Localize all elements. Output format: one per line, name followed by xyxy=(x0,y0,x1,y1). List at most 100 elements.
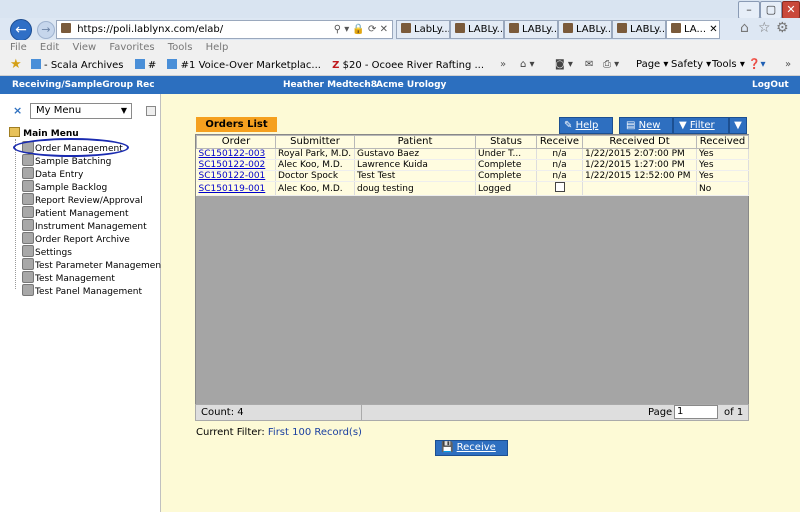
browser-tab[interactable]: LABLy... xyxy=(504,20,558,39)
user-name: Heather Medtech8 xyxy=(283,80,378,90)
sidebar-item-settings[interactable]: Settings xyxy=(22,245,72,259)
browser-tab[interactable]: LabLy... xyxy=(396,20,450,39)
settings-gear-icon[interactable]: ⚙ xyxy=(776,20,789,36)
tab-icon xyxy=(563,23,573,33)
menu-help[interactable]: Help xyxy=(206,42,229,53)
tab-label: LABLy... xyxy=(576,24,612,35)
sidebar-item-sample-backlog[interactable]: Sample Backlog xyxy=(22,180,107,194)
patient-cell: Lawrence Kuida xyxy=(354,159,476,171)
print-icon[interactable]: ⎙ ▾ xyxy=(603,55,619,75)
menu-favorites[interactable]: Favorites xyxy=(109,42,154,53)
tab-close-icon[interactable]: ✕ xyxy=(709,24,717,35)
sidebar-toggle-icon[interactable] xyxy=(146,106,156,116)
browser-tab-active[interactable]: LA... ✕ xyxy=(666,20,720,39)
minimize-button[interactable]: – xyxy=(738,1,760,19)
browser-tab[interactable]: LABLy... xyxy=(558,20,612,39)
menu-edit[interactable]: Edit xyxy=(40,42,59,53)
table-row[interactable]: SC150122-002 Alec Koo, M.D. Lawrence Kui… xyxy=(196,159,749,171)
sidebar-item-data-entry[interactable]: Data Entry xyxy=(22,167,83,181)
home-icon[interactable]: ⌂ xyxy=(740,20,749,36)
chevron-more-icon[interactable]: » xyxy=(500,55,506,75)
browser-tab[interactable]: LABLy... xyxy=(450,20,504,39)
module-icon xyxy=(22,154,34,166)
logout-link[interactable]: LogOut xyxy=(752,76,789,94)
orders-table: Order Submitter Patient Status Receive R… xyxy=(196,135,749,196)
help-button[interactable]: ✎ Help xyxy=(559,117,613,134)
receive-button[interactable]: 💾 Receive xyxy=(435,440,508,456)
sidebar-item-instrument-management[interactable]: Instrument Management xyxy=(22,219,147,233)
module-icon xyxy=(22,284,34,296)
sidebar-item-test-parameter-management[interactable]: Test Parameter Management xyxy=(22,258,165,272)
favorite-item[interactable]: Z $20 - Ocoee River Rafting ... xyxy=(332,60,484,71)
sidebar-item-label: Sample Backlog xyxy=(35,183,108,193)
favorite-item[interactable]: # xyxy=(134,59,156,71)
order-link[interactable]: SC150122-001 xyxy=(199,171,266,181)
column-header[interactable]: Order xyxy=(196,135,276,149)
favorite-item[interactable]: #1 Voice-Over Marketplac... xyxy=(167,59,321,71)
column-header[interactable]: Receive xyxy=(536,135,583,149)
help-circle-icon[interactable]: ❓▾ xyxy=(748,55,765,75)
menu-view[interactable]: View xyxy=(72,42,96,53)
mail-icon[interactable]: ✉ xyxy=(585,55,593,75)
column-header[interactable]: Submitter xyxy=(275,135,355,149)
column-header[interactable]: Patient xyxy=(354,135,476,149)
sidebar-item-patient-management[interactable]: Patient Management xyxy=(22,206,129,220)
page-number-input[interactable]: 1 xyxy=(674,405,718,419)
tree-connector xyxy=(15,139,16,289)
tab-orders-list[interactable]: Orders List xyxy=(196,117,277,132)
feeds-icon[interactable]: ◙ ▾ xyxy=(555,55,573,75)
menu-select-value: My Menu xyxy=(36,105,82,116)
address-bar[interactable]: https://poli.lablynx.com/elab/ ⚲ ▾ 🔒 ⟳ ✕ xyxy=(56,20,393,39)
order-link[interactable]: SC150122-002 xyxy=(199,160,266,170)
favorite-item[interactable]: - Scala Archives xyxy=(30,59,124,71)
submitter-cell: Alec Koo, M.D. xyxy=(275,159,355,171)
maximize-button[interactable]: ▢ xyxy=(760,1,782,19)
order-link[interactable]: SC150122-003 xyxy=(199,149,266,159)
address-actions-icon[interactable]: ⚲ ▾ 🔒 ⟳ ✕ xyxy=(334,21,388,38)
module-icon xyxy=(22,206,34,218)
safety-menu[interactable]: Safety ▾ xyxy=(671,55,711,75)
menu-select[interactable]: My Menu ▼ xyxy=(30,103,132,119)
favorites-star-icon[interactable]: ★ xyxy=(10,57,22,72)
menu-file[interactable]: File xyxy=(10,42,27,53)
new-button[interactable]: ▤ New xyxy=(619,117,673,134)
back-button[interactable]: ← xyxy=(10,19,32,41)
chevron-more-icon[interactable]: » xyxy=(785,55,791,75)
table-row[interactable]: SC150122-001 Doctor Spock Test Test Comp… xyxy=(196,170,749,182)
column-header[interactable]: Status xyxy=(475,135,537,149)
organization-name: Acme Urology xyxy=(376,80,447,90)
sidebar-item-report-review[interactable]: Report Review/Approval xyxy=(22,193,143,207)
received-cell: Yes xyxy=(696,148,749,160)
column-header[interactable]: Received xyxy=(696,135,749,149)
sidebar-item-test-management[interactable]: Test Management xyxy=(22,271,115,285)
filter-toggle-button[interactable]: ▼ xyxy=(729,117,747,134)
table-row[interactable]: SC150122-003 Royal Park, M.D. Gustavo Ba… xyxy=(196,148,749,160)
column-header[interactable]: Received Dt xyxy=(582,135,697,149)
tab-icon xyxy=(455,23,465,33)
home-icon[interactable]: ⌂ ▾ xyxy=(520,55,535,75)
browser-tab[interactable]: LABLy... xyxy=(612,20,666,39)
sidebar-item-test-panel-management[interactable]: Test Panel Management xyxy=(22,284,142,298)
received-cell: Yes xyxy=(696,159,749,171)
tab-icon xyxy=(617,23,627,33)
filter-button[interactable]: ▼ Filter xyxy=(673,117,729,134)
order-link[interactable]: SC150119-001 xyxy=(199,184,266,194)
menu-tools[interactable]: Tools xyxy=(168,42,193,53)
table-row[interactable]: SC150119-001 Alec Koo, M.D. doug testing… xyxy=(196,181,749,196)
close-window-button[interactable]: ✕ xyxy=(782,1,800,19)
table-header-row: Order Submitter Patient Status Receive R… xyxy=(196,135,749,149)
screen-title: Receiving/SampleGroup Rec xyxy=(12,80,155,90)
tab-label: LabLy... xyxy=(414,24,450,35)
tools-menu[interactable]: Tools ▾ xyxy=(712,55,745,75)
forward-button[interactable]: → xyxy=(37,21,55,39)
tab-icon xyxy=(401,23,411,33)
receive-checkbox[interactable] xyxy=(554,182,565,192)
help-icon: ✎ xyxy=(564,120,573,131)
close-sidebar-icon[interactable]: × xyxy=(13,104,22,117)
url-text: https://poli.lablynx.com/elab/ xyxy=(77,24,224,35)
sidebar-item-sample-batching[interactable]: Sample Batching xyxy=(22,154,111,168)
page-icon xyxy=(134,59,145,69)
favorites-star-icon[interactable]: ☆ xyxy=(758,20,771,36)
sidebar-item-order-report-archive[interactable]: Order Report Archive xyxy=(22,232,130,246)
page-menu[interactable]: Page ▾ xyxy=(636,55,668,75)
